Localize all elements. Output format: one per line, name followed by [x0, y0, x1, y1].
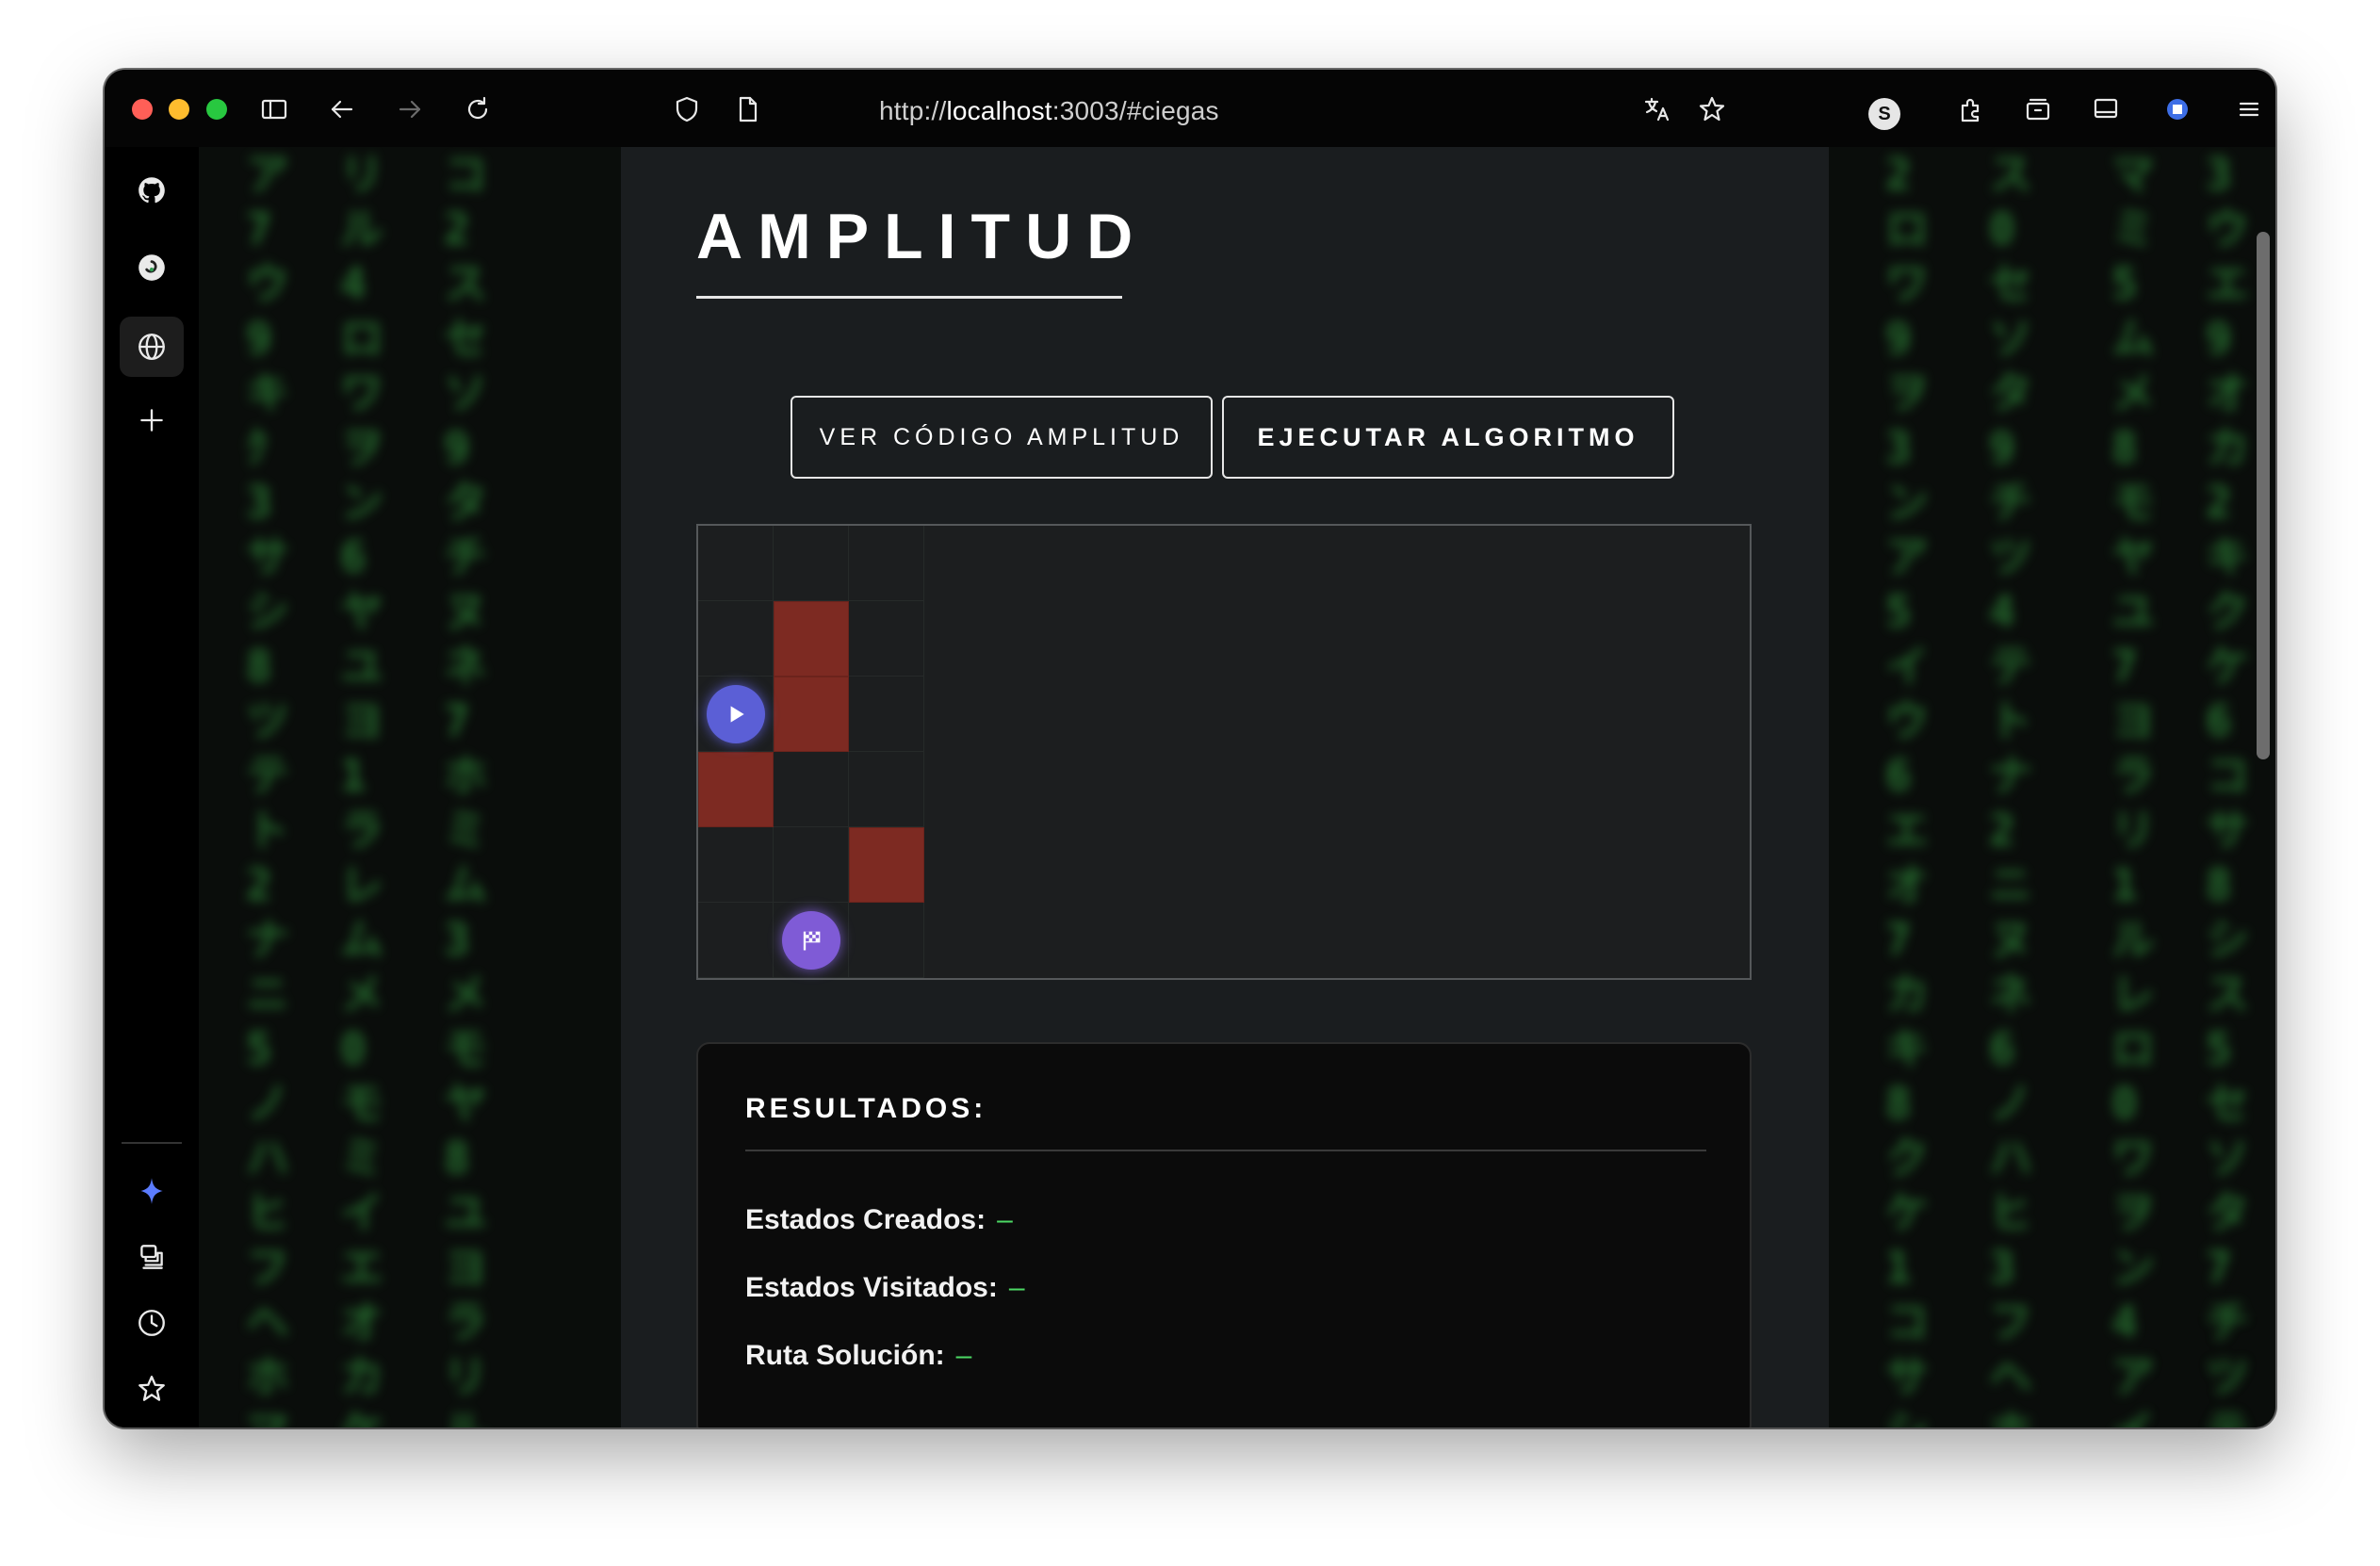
- grid-cell[interactable]: [774, 752, 849, 827]
- page-icon: [726, 89, 768, 130]
- page-viewport: ア7ウ9キｸ3サシ8ツテト2ナニ5ノハヒフヘホマ リル4ロワヲン6ヤユヨ1ラレム…: [199, 147, 2275, 1427]
- menu-icon[interactable]: [2228, 89, 2270, 130]
- extensions-puzzle-icon[interactable]: [1949, 89, 1991, 130]
- grid-cell[interactable]: [849, 677, 924, 752]
- grid-cell[interactable]: [849, 903, 924, 978]
- shield-icon[interactable]: [666, 89, 708, 130]
- states-created-row: Estados Creados: –: [745, 1204, 1013, 1236]
- run-algorithm-button[interactable]: EJECUTAR ALGORITMO: [1222, 396, 1674, 479]
- matrix-background: ア7ウ9キｸ3サシ8ツテト2ナニ5ノハヒフヘホマ: [246, 149, 289, 1427]
- browser-sidebar: [105, 147, 199, 1427]
- extensions-icon[interactable]: [129, 1234, 174, 1280]
- states-visited-label: Estados Visitados:: [745, 1272, 998, 1303]
- states-created-label: Estados Creados:: [745, 1204, 986, 1235]
- matrix-background: 3ウエ9オカ2キクケ6コサ8シス5セソタ7チツテ: [2206, 149, 2249, 1427]
- grid-cell[interactable]: [698, 526, 774, 601]
- sidebar-divider: [122, 1142, 182, 1144]
- browser-toolbar: http://localhost:3003/#ciegas S: [105, 70, 2275, 147]
- wall-cell[interactable]: [774, 677, 849, 752]
- translate-icon[interactable]: [1637, 89, 1678, 130]
- sparkle-icon[interactable]: [129, 1168, 174, 1214]
- view-code-button[interactable]: VER CÓDIGO AMPLITUD: [791, 396, 1213, 479]
- grid-cell[interactable]: [698, 601, 774, 677]
- page-title: AMPLITUD: [696, 201, 1149, 272]
- matrix-background: 2ロワ9ヲ3ンア5イウ6エオ7カキ8クケ1コサシ: [1885, 149, 1929, 1427]
- minimize-window-button[interactable]: [169, 99, 189, 120]
- history-icon[interactable]: [129, 1300, 174, 1346]
- grid-cell[interactable]: [698, 903, 774, 978]
- states-created-value: –: [997, 1204, 1013, 1235]
- title-underline: [696, 296, 1122, 299]
- browser-window: http://localhost:3003/#ciegas S ア 7 ウ 9 …: [105, 70, 2275, 1427]
- vpn-extension-icon[interactable]: [2157, 89, 2198, 130]
- grid-cell[interactable]: [849, 752, 924, 827]
- goal-node-flag-icon[interactable]: [782, 911, 840, 970]
- back-icon[interactable]: [321, 89, 363, 130]
- profile-avatar[interactable]: S: [1868, 98, 1900, 130]
- grid-cell[interactable]: [698, 827, 774, 903]
- page-scrollbar[interactable]: [2257, 232, 2270, 759]
- content-column: AMPLITUD VER CÓDIGO AMPLITUD EJECUTAR AL…: [621, 147, 1829, 1427]
- results-panel: RESULTADOS: Estados Creados: – Estados Vi…: [696, 1042, 1752, 1427]
- results-title: RESULTADOS:: [745, 1093, 987, 1124]
- reload-icon[interactable]: [457, 89, 498, 130]
- solution-path-label: Ruta Solución:: [745, 1340, 945, 1371]
- reader-view-icon[interactable]: [2085, 89, 2127, 130]
- wall-cell[interactable]: [774, 601, 849, 677]
- chatgpt-icon[interactable]: [129, 245, 174, 290]
- solution-path-value: –: [955, 1340, 972, 1371]
- matrix-background: リル4ロワヲン6ヤユヨ1ラレムメ0モミイエオカケ: [340, 149, 383, 1427]
- maze-grid[interactable]: [696, 524, 1752, 980]
- grid-cell[interactable]: [849, 601, 924, 677]
- forward-icon[interactable]: [389, 89, 431, 130]
- grid-cell[interactable]: [849, 526, 924, 601]
- zoom-window-button[interactable]: [206, 99, 227, 120]
- matrix-background: マミ5ムメ8モヤユ7ヨラリ1ルレロ0ワヲン4アイ: [2111, 149, 2155, 1427]
- close-window-button[interactable]: [132, 99, 153, 120]
- results-divider: [745, 1150, 1706, 1151]
- matrix-background: ス0セソタ9チツ4テトナ2ニヌネ6ノハヒ3フヘホ: [1989, 149, 2032, 1427]
- globe-icon[interactable]: [129, 324, 174, 369]
- grid-cell[interactable]: [774, 827, 849, 903]
- wall-cell[interactable]: [849, 827, 924, 903]
- matrix-background: コ2スセソ9タチヌネ7ホミム3メモヤ8ユヨラリル: [444, 149, 487, 1427]
- bookmark-star-icon[interactable]: [1691, 89, 1733, 130]
- plus-icon[interactable]: [129, 398, 174, 443]
- states-visited-row: Estados Visitados: –: [745, 1272, 1025, 1304]
- tab-box-icon[interactable]: [2017, 89, 2059, 130]
- grid-cell[interactable]: [774, 526, 849, 601]
- github-icon[interactable]: [129, 168, 174, 213]
- star-icon[interactable]: [129, 1366, 174, 1411]
- states-visited-value: –: [1008, 1272, 1025, 1303]
- wall-cell[interactable]: [698, 752, 774, 827]
- solution-path-row: Ruta Solución: –: [745, 1340, 971, 1372]
- sidebar-toggle-icon[interactable]: [253, 89, 295, 130]
- url-text[interactable]: http://localhost:3003/#ciegas: [879, 96, 1219, 126]
- start-node-play-icon[interactable]: [707, 685, 765, 743]
